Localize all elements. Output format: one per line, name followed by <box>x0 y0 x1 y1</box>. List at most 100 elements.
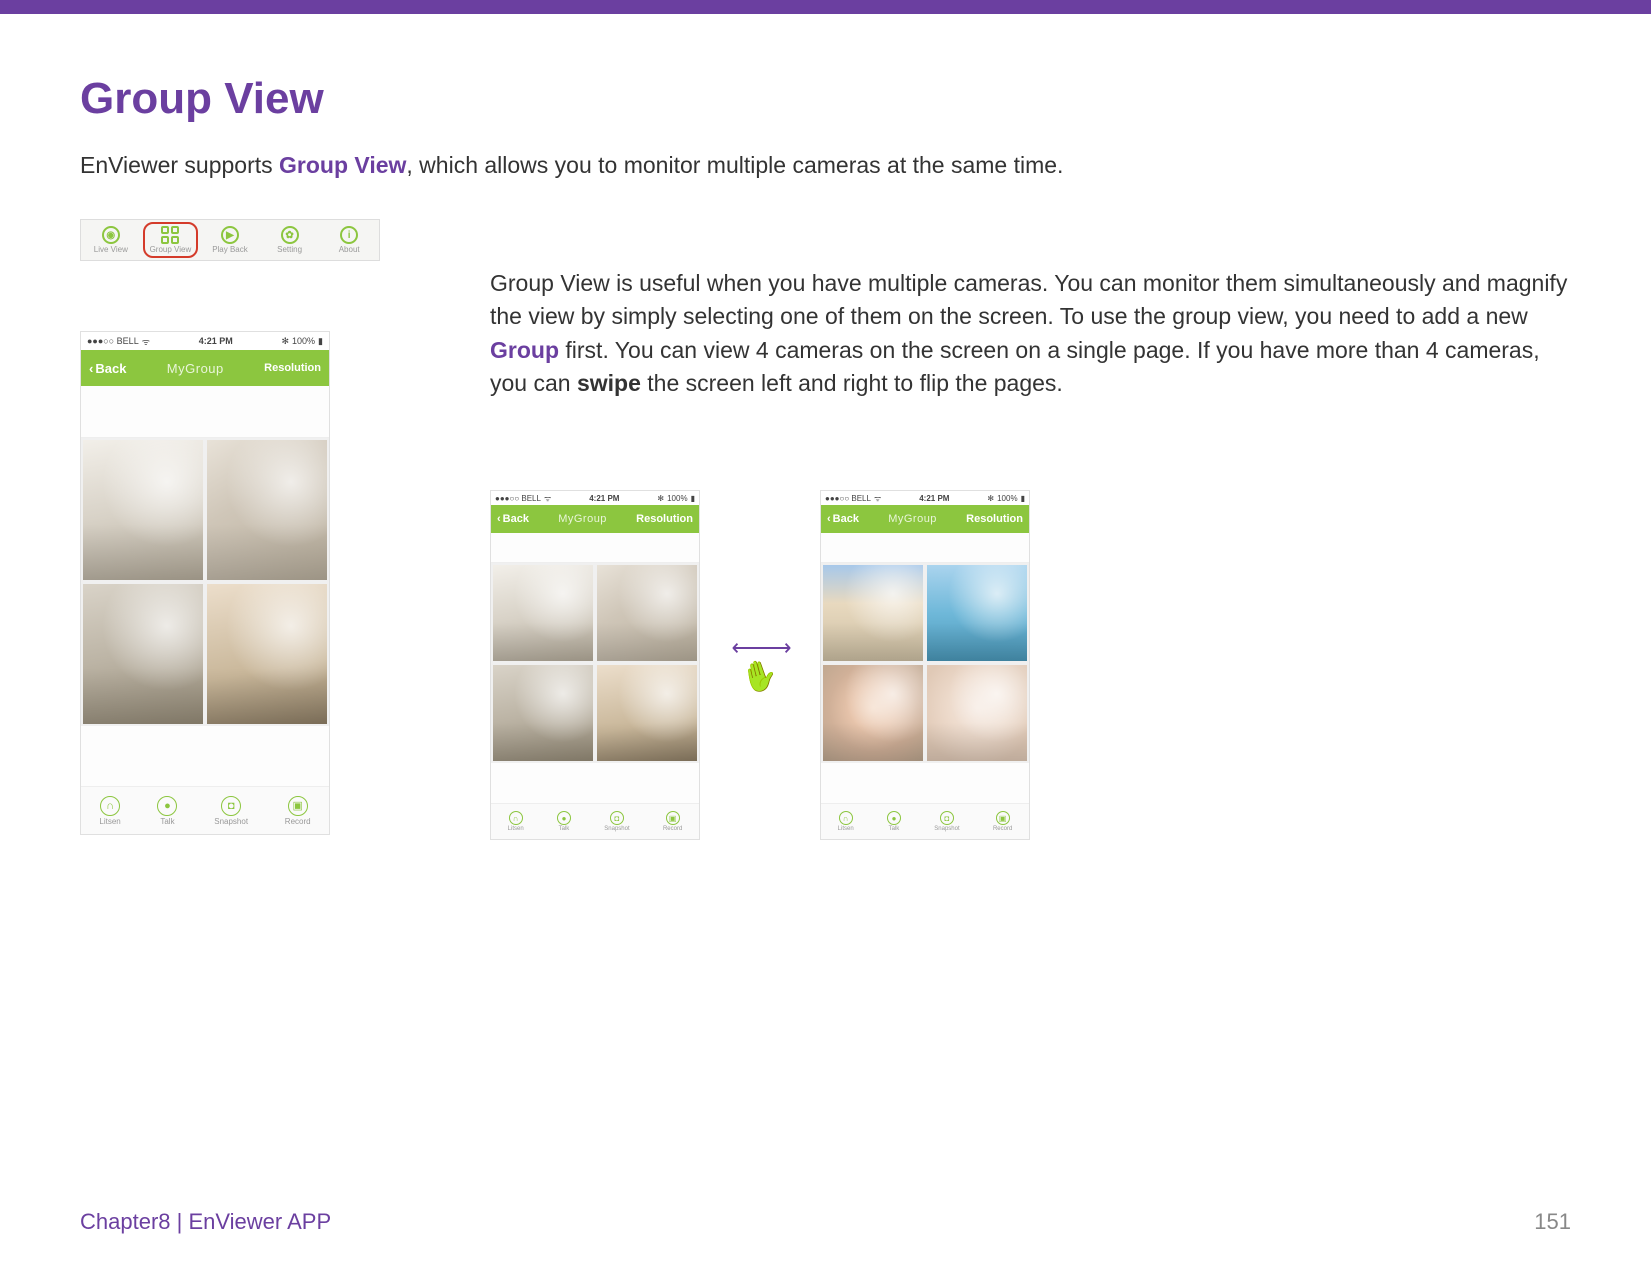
record-button[interactable]: ▣Record <box>663 811 682 832</box>
btn-label: Snapshot <box>214 817 248 826</box>
phone-body <box>491 533 699 803</box>
body-spacer <box>491 533 699 563</box>
btn-label: Record <box>993 826 1012 832</box>
battery-icon: ▮ <box>1021 494 1025 503</box>
talk-button[interactable]: ●Talk <box>157 796 177 826</box>
talk-button[interactable]: ●Talk <box>557 811 571 832</box>
record-button[interactable]: ▣Record <box>993 811 1012 832</box>
listen-button[interactable]: ∩Litsen <box>838 811 854 832</box>
back-label: Back <box>503 513 529 525</box>
resolution-button[interactable]: Resolution <box>264 362 321 374</box>
nav-title: MyGroup <box>126 361 264 376</box>
resolution-button[interactable]: Resolution <box>966 513 1023 525</box>
swipe-gesture-icon: ⟵⟶ ✋ <box>730 635 790 695</box>
camera-icon: ◘ <box>940 811 954 825</box>
camera-tile[interactable] <box>823 665 923 761</box>
btn-label: Litsen <box>508 826 524 832</box>
camera-tile[interactable] <box>927 665 1027 761</box>
back-label: Back <box>833 513 859 525</box>
talk-button[interactable]: ●Talk <box>887 811 901 832</box>
status-bar: ●●●○○ BELL ᯤ 4:21 PM ✻ 100% ▮ <box>81 332 329 350</box>
headphones-icon: ∩ <box>509 811 523 825</box>
chevron-left-icon: ‹ <box>827 513 831 525</box>
btn-label: Record <box>285 817 311 826</box>
listen-button[interactable]: ∩Litsen <box>99 796 120 826</box>
snapshot-button[interactable]: ◘Snapshot <box>604 811 629 832</box>
back-button[interactable]: ‹Back <box>827 513 859 525</box>
status-time: 4:21 PM <box>919 494 949 503</box>
listen-button[interactable]: ∩Litsen <box>508 811 524 832</box>
camera-tile[interactable] <box>927 565 1027 661</box>
body-filler <box>81 726 329 786</box>
tab-about: i About <box>319 220 379 260</box>
gear-icon: ✿ <box>281 226 299 244</box>
camera-tile[interactable] <box>597 565 697 661</box>
phone-nav: ‹Back MyGroup Resolution <box>821 505 1029 533</box>
para-t1: Group View is useful when you have multi… <box>490 270 1567 329</box>
camera-icon: ◘ <box>221 796 241 816</box>
status-bar: ●●●○○ BELLᯤ 4:21 PM ✻100%▮ <box>821 491 1029 505</box>
nav-title: MyGroup <box>529 513 636 525</box>
phone-bottom-bar: ∩Litsen ●Talk ◘Snapshot ▣Record <box>81 786 329 834</box>
intro-pre: EnViewer supports <box>80 152 279 178</box>
btn-label: Talk <box>160 817 174 826</box>
swipe-illustration: ●●●○○ BELLᯤ 4:21 PM ✻100%▮ ‹Back MyGroup… <box>490 490 1571 840</box>
camera-tile[interactable] <box>597 665 697 761</box>
wifi-icon: ᯤ <box>544 493 551 504</box>
chevron-left-icon: ‹ <box>497 513 501 525</box>
camera-icon: ◘ <box>610 811 624 825</box>
btn-label: Talk <box>889 826 900 832</box>
para-t3: the screen left and right to flip the pa… <box>641 370 1063 396</box>
main-paragraph: Group View is useful when you have multi… <box>490 267 1570 400</box>
tab-label: About <box>339 245 360 254</box>
resolution-button[interactable]: Resolution <box>636 513 693 525</box>
battery-pct: 100% <box>667 494 687 503</box>
bluetooth-icon: ✻ <box>281 336 289 347</box>
columns: ◉ Live View Group View ▶ Play Back ✿ Set… <box>80 219 1571 840</box>
camera-tile[interactable] <box>83 584 203 724</box>
page-number: 151 <box>1534 1209 1571 1235</box>
camera-tile[interactable] <box>207 440 327 580</box>
bluetooth-icon: ✻ <box>657 494 664 503</box>
camera-tile[interactable] <box>207 584 327 724</box>
btn-label: Snapshot <box>934 826 959 832</box>
phone-bottom-bar: ∩Litsen ●Talk ◘Snapshot ▣Record <box>821 803 1029 839</box>
btn-label: Litsen <box>838 826 854 832</box>
phone-bottom-bar: ∩Litsen ●Talk ◘Snapshot ▣Record <box>491 803 699 839</box>
phone-nav: ‹Back MyGroup Resolution <box>491 505 699 533</box>
body-filler <box>491 763 699 803</box>
tab-play-back: ▶ Play Back <box>200 220 260 260</box>
battery-icon: ▮ <box>691 494 695 503</box>
camera-grid <box>491 563 699 763</box>
intro-text: EnViewer supports Group View, which allo… <box>80 152 1571 179</box>
phone-body <box>81 386 329 786</box>
snapshot-button[interactable]: ◘Snapshot <box>934 811 959 832</box>
camera-tile[interactable] <box>83 440 203 580</box>
tab-live-view: ◉ Live View <box>81 220 141 260</box>
status-right: ✻ 100% ▮ <box>281 336 323 347</box>
record-button[interactable]: ▣Record <box>285 796 311 826</box>
tab-setting: ✿ Setting <box>260 220 320 260</box>
carrier: ●●●○○ BELL <box>495 494 541 503</box>
hand-icon: ✋ <box>737 655 782 698</box>
tab-label: Play Back <box>212 245 248 254</box>
body-spacer <box>81 386 329 438</box>
chapter-label: Chapter8 | EnViewer APP <box>80 1209 331 1235</box>
record-icon: ▣ <box>996 811 1010 825</box>
play-icon: ▶ <box>221 226 239 244</box>
camera-tile[interactable] <box>493 565 593 661</box>
right-column: Group View is useful when you have multi… <box>490 219 1571 840</box>
tab-label: Setting <box>277 245 302 254</box>
phone-page2: ●●●○○ BELLᯤ 4:21 PM ✻100%▮ ‹Back MyGroup… <box>820 490 1030 840</box>
page-title: Group View <box>80 74 1571 124</box>
back-button[interactable]: ‹Back <box>89 361 126 376</box>
double-arrow-icon: ⟵⟶ <box>731 637 788 659</box>
snapshot-button[interactable]: ◘Snapshot <box>214 796 248 826</box>
back-button[interactable]: ‹Back <box>497 513 529 525</box>
camera-tile[interactable] <box>823 565 923 661</box>
record-icon: ▣ <box>666 811 680 825</box>
status-time: 4:21 PM <box>589 494 619 503</box>
intro-post: , which allows you to monitor multiple c… <box>406 152 1063 178</box>
camera-tile[interactable] <box>493 665 593 761</box>
grid-icon <box>161 226 179 244</box>
